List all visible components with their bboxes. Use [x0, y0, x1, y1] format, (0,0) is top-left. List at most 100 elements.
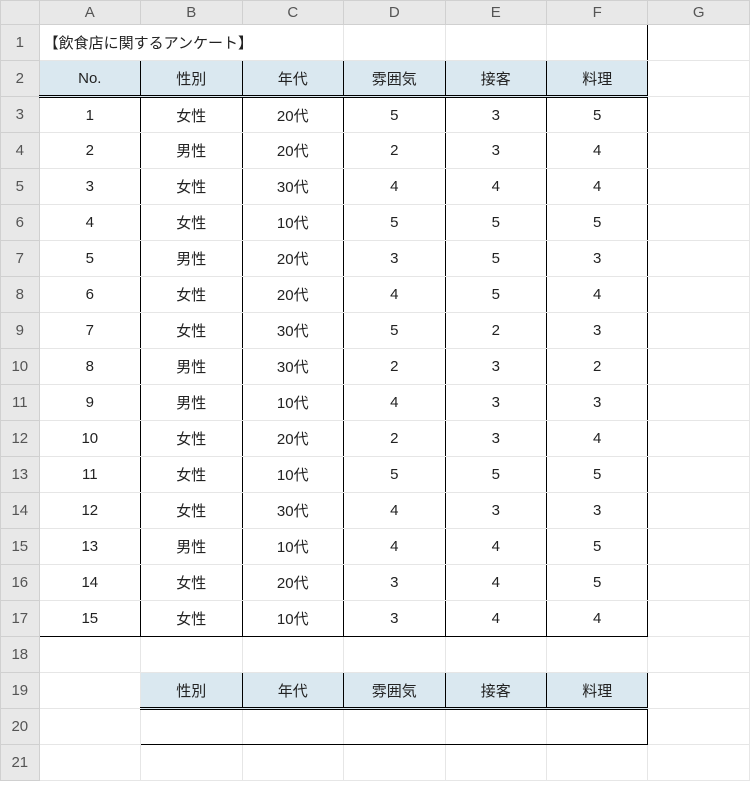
data-atmos[interactable]: 5	[344, 457, 445, 493]
data-food[interactable]: 5	[546, 565, 647, 601]
data-age[interactable]: 10代	[242, 457, 343, 493]
data-sex[interactable]: 女性	[141, 169, 242, 205]
data-no[interactable]: 6	[39, 277, 140, 313]
data-atmos[interactable]: 3	[344, 241, 445, 277]
data-age[interactable]: 10代	[242, 385, 343, 421]
data-food[interactable]: 5	[546, 205, 647, 241]
data-sex[interactable]: 女性	[141, 97, 242, 133]
data-food[interactable]: 2	[546, 349, 647, 385]
cell-G6[interactable]	[648, 205, 750, 241]
cell-G17[interactable]	[648, 601, 750, 637]
data-age[interactable]: 30代	[242, 349, 343, 385]
data-food[interactable]: 4	[546, 169, 647, 205]
data-service[interactable]: 4	[445, 529, 546, 565]
data-atmos[interactable]: 3	[344, 565, 445, 601]
data-service[interactable]: 4	[445, 169, 546, 205]
col-header-G[interactable]: G	[648, 1, 750, 25]
data-age[interactable]: 30代	[242, 313, 343, 349]
data-food[interactable]: 3	[546, 313, 647, 349]
data-sex[interactable]: 女性	[141, 565, 242, 601]
data-age[interactable]: 20代	[242, 421, 343, 457]
col-header-C[interactable]: C	[242, 1, 343, 25]
data-age[interactable]: 10代	[242, 601, 343, 637]
data-sex[interactable]: 女性	[141, 493, 242, 529]
data-age[interactable]: 10代	[242, 529, 343, 565]
data-atmos[interactable]: 5	[344, 313, 445, 349]
data-no[interactable]: 13	[39, 529, 140, 565]
cell-D21[interactable]	[344, 745, 445, 781]
row-header-14[interactable]: 14	[1, 493, 40, 529]
data-food[interactable]: 4	[546, 601, 647, 637]
cell-F18[interactable]	[546, 637, 647, 673]
row-header-1[interactable]: 1	[1, 25, 40, 61]
hdr-food[interactable]: 料理	[546, 61, 647, 97]
cell-G3[interactable]	[648, 97, 750, 133]
data-no[interactable]: 3	[39, 169, 140, 205]
data-service[interactable]: 3	[445, 421, 546, 457]
hdr-service[interactable]: 接客	[445, 61, 546, 97]
row-header-6[interactable]: 6	[1, 205, 40, 241]
cell-G1[interactable]	[648, 25, 750, 61]
crit-val-age[interactable]	[242, 709, 343, 745]
data-no[interactable]: 4	[39, 205, 140, 241]
row-header-20[interactable]: 20	[1, 709, 40, 745]
data-sex[interactable]: 男性	[141, 133, 242, 169]
data-age[interactable]: 20代	[242, 97, 343, 133]
data-no[interactable]: 12	[39, 493, 140, 529]
data-food[interactable]: 3	[546, 241, 647, 277]
col-header-E[interactable]: E	[445, 1, 546, 25]
data-food[interactable]: 5	[546, 457, 647, 493]
cell-G13[interactable]	[648, 457, 750, 493]
cell-C18[interactable]	[242, 637, 343, 673]
cell-E21[interactable]	[445, 745, 546, 781]
crit-hdr-sex[interactable]: 性別	[141, 673, 242, 709]
cell-F21[interactable]	[546, 745, 647, 781]
crit-val-atmos[interactable]	[344, 709, 445, 745]
data-food[interactable]: 3	[546, 385, 647, 421]
data-sex[interactable]: 女性	[141, 421, 242, 457]
row-header-15[interactable]: 15	[1, 529, 40, 565]
data-atmos[interactable]: 5	[344, 205, 445, 241]
row-header-13[interactable]: 13	[1, 457, 40, 493]
data-age[interactable]: 10代	[242, 205, 343, 241]
data-sex[interactable]: 男性	[141, 385, 242, 421]
row-header-4[interactable]: 4	[1, 133, 40, 169]
cell-G7[interactable]	[648, 241, 750, 277]
data-no[interactable]: 14	[39, 565, 140, 601]
data-no[interactable]: 11	[39, 457, 140, 493]
data-age[interactable]: 20代	[242, 277, 343, 313]
data-no[interactable]: 5	[39, 241, 140, 277]
row-header-12[interactable]: 12	[1, 421, 40, 457]
data-sex[interactable]: 女性	[141, 457, 242, 493]
data-service[interactable]: 5	[445, 205, 546, 241]
data-food[interactable]: 3	[546, 493, 647, 529]
cell-G15[interactable]	[648, 529, 750, 565]
row-header-8[interactable]: 8	[1, 277, 40, 313]
cell-G16[interactable]	[648, 565, 750, 601]
data-atmos[interactable]: 4	[344, 493, 445, 529]
hdr-no[interactable]: No.	[39, 61, 140, 97]
cell-G18[interactable]	[648, 637, 750, 673]
data-atmos[interactable]: 4	[344, 169, 445, 205]
row-header-3[interactable]: 3	[1, 97, 40, 133]
row-header-19[interactable]: 19	[1, 673, 40, 709]
cell-G10[interactable]	[648, 349, 750, 385]
cell-G8[interactable]	[648, 277, 750, 313]
data-atmos[interactable]: 5	[344, 97, 445, 133]
data-service[interactable]: 2	[445, 313, 546, 349]
data-no[interactable]: 10	[39, 421, 140, 457]
spreadsheet-grid[interactable]: A B C D E F G 1 【飲食店に関するアンケート】 2 No. 性別 …	[0, 0, 750, 781]
data-service[interactable]: 5	[445, 457, 546, 493]
row-header-5[interactable]: 5	[1, 169, 40, 205]
data-service[interactable]: 3	[445, 133, 546, 169]
data-service[interactable]: 3	[445, 97, 546, 133]
data-service[interactable]: 3	[445, 385, 546, 421]
row-header-16[interactable]: 16	[1, 565, 40, 601]
cell-A18[interactable]	[39, 637, 140, 673]
cell-G11[interactable]	[648, 385, 750, 421]
data-service[interactable]: 5	[445, 277, 546, 313]
data-age[interactable]: 30代	[242, 169, 343, 205]
row-header-2[interactable]: 2	[1, 61, 40, 97]
data-sex[interactable]: 男性	[141, 241, 242, 277]
data-age[interactable]: 30代	[242, 493, 343, 529]
